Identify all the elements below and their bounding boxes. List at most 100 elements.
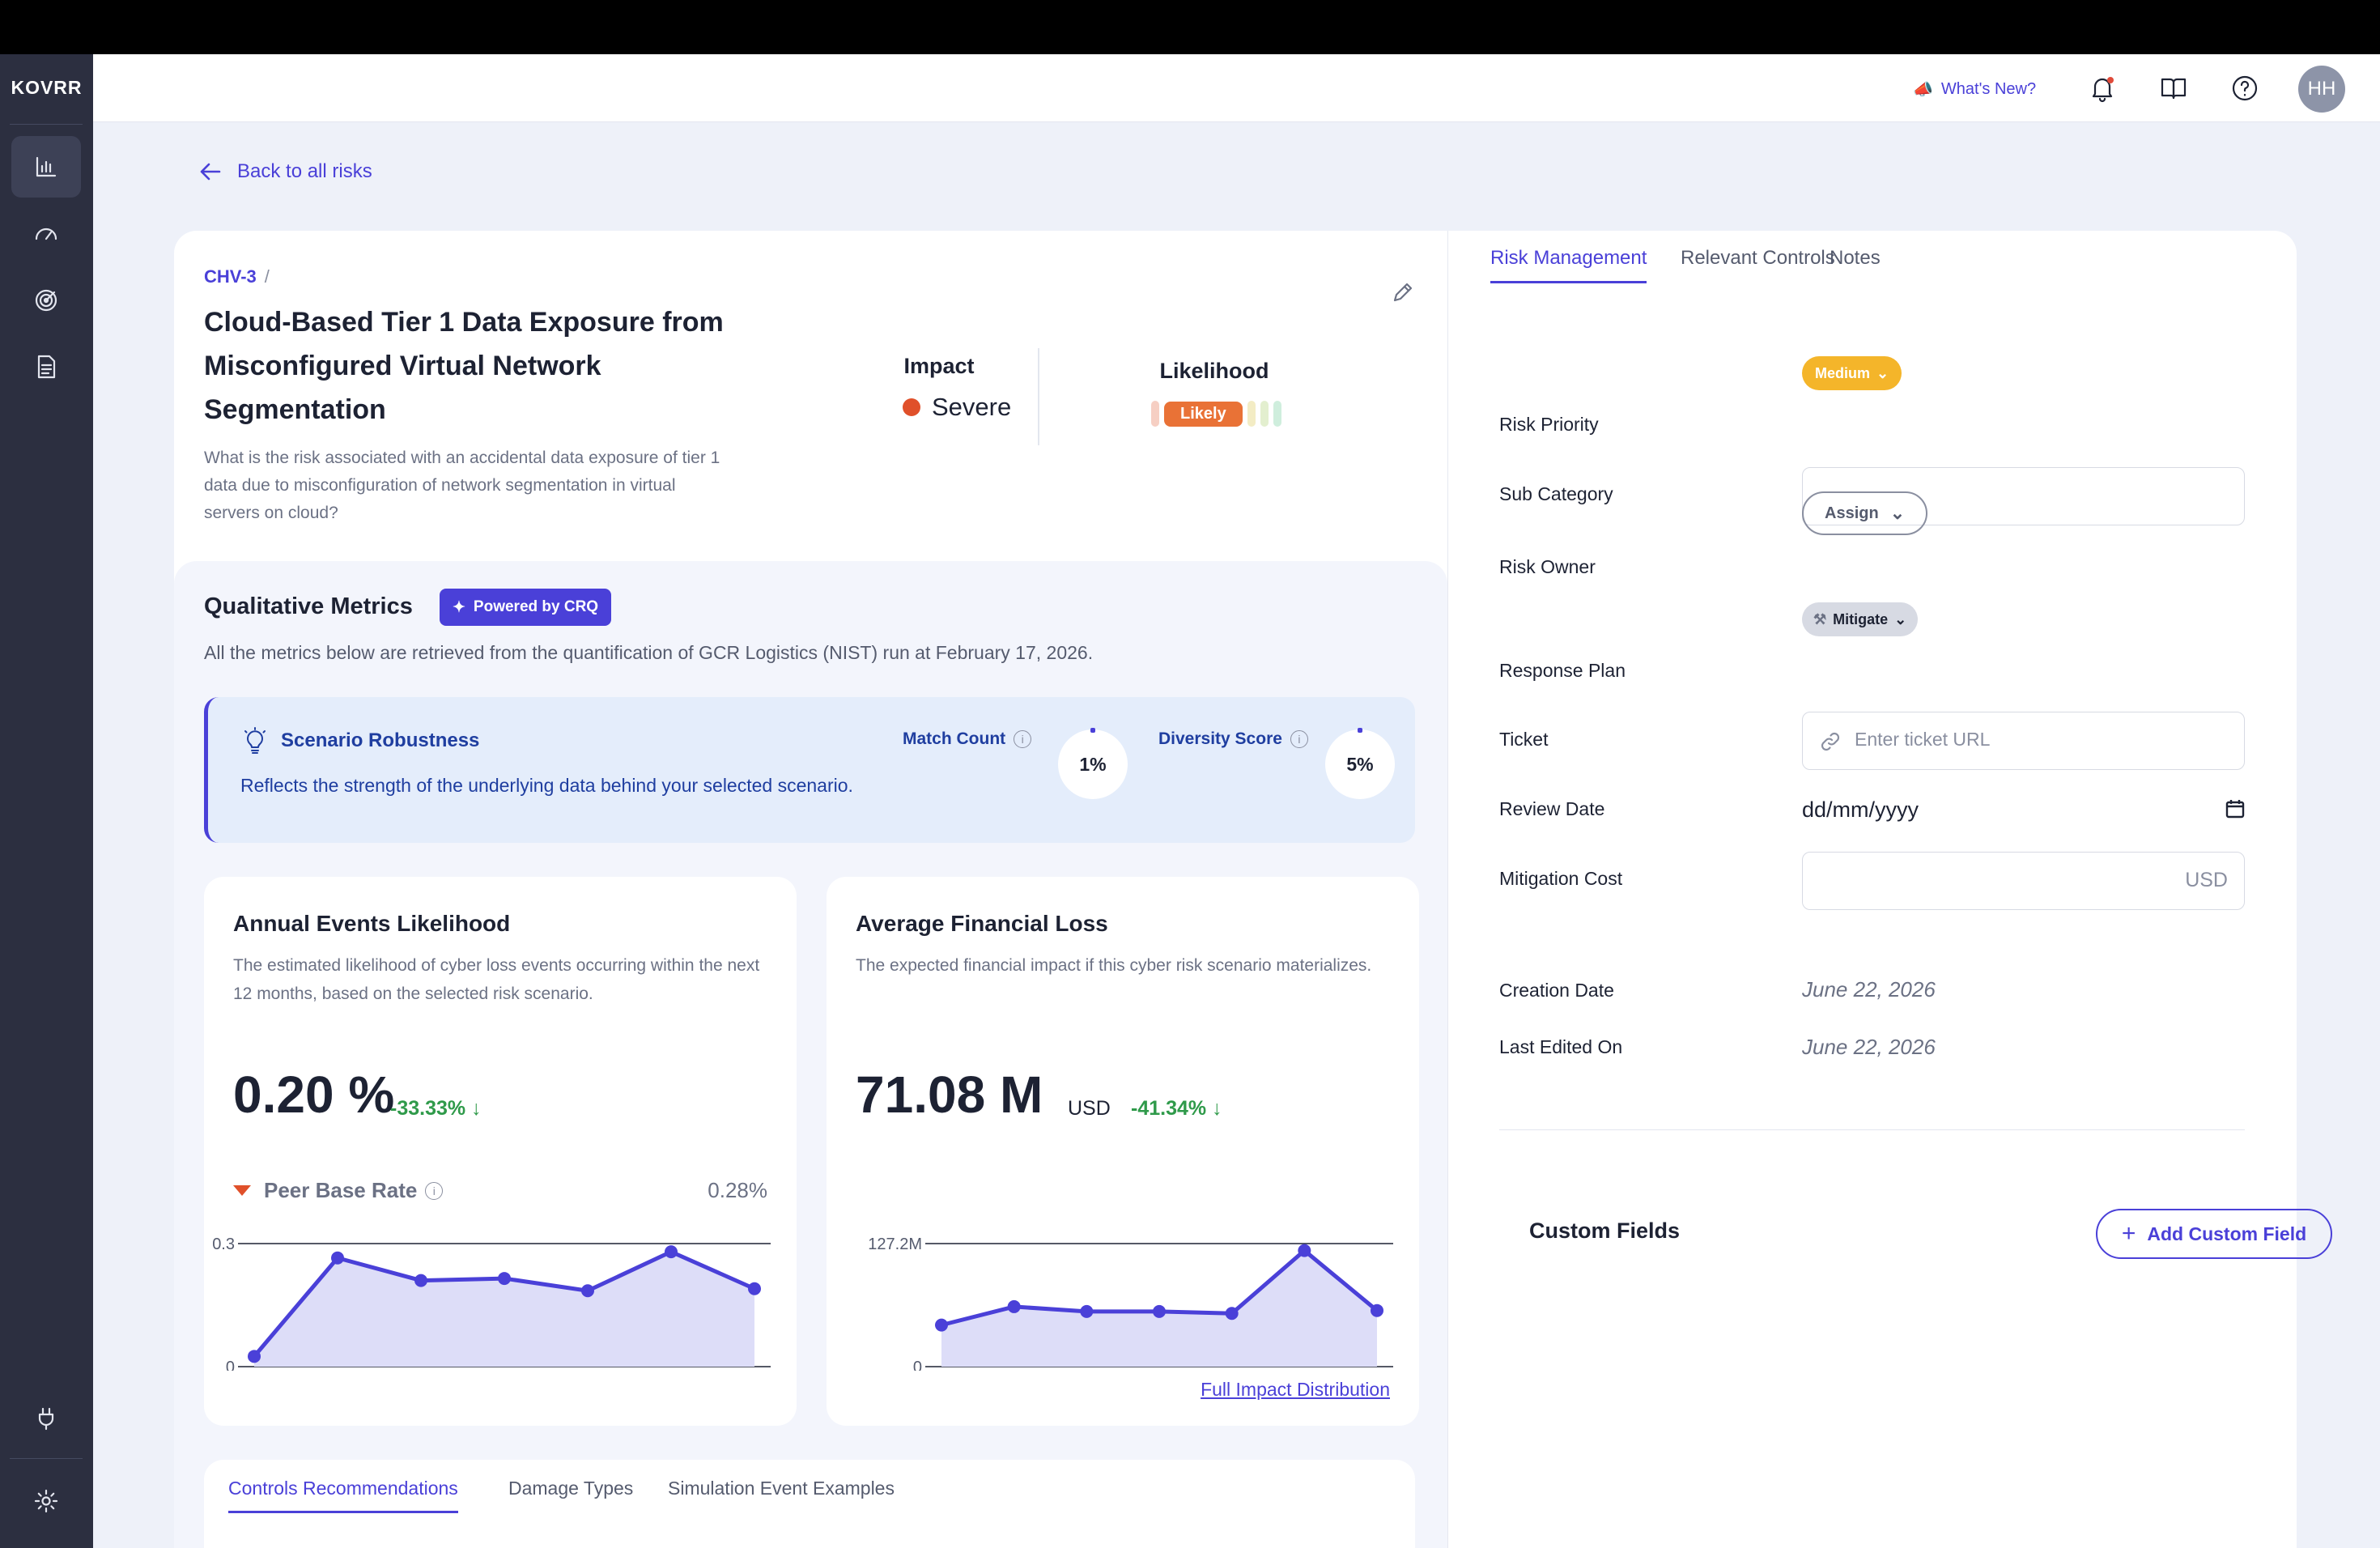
info-icon[interactable]: i <box>425 1181 444 1200</box>
match-count-gauge: 1% <box>1058 728 1128 799</box>
notification-dot <box>2107 77 2114 83</box>
data-point <box>498 1272 511 1286</box>
avatar[interactable]: HH <box>2298 66 2345 113</box>
docs-button[interactable] <box>2156 70 2191 106</box>
data-point <box>1007 1299 1021 1313</box>
sidebar-item-risks[interactable] <box>11 270 81 331</box>
match-count-value: 1% <box>1079 753 1107 775</box>
sidebar-item-integrations[interactable] <box>11 1388 81 1449</box>
risk-priority-label: Risk Priority <box>1499 414 1599 435</box>
ticket-url-input[interactable]: Enter ticket URL <box>1802 712 2245 770</box>
risk-owner-label: Risk Owner <box>1499 556 1596 577</box>
notifications-button[interactable] <box>2085 70 2120 106</box>
chevron-down-icon: ⌄ <box>1889 503 1906 523</box>
y-tick-label: 0.3 <box>212 1235 235 1253</box>
annual-change-value: -33.33% <box>390 1097 466 1120</box>
help-button[interactable] <box>2227 70 2263 106</box>
financial-loss-value: 71.08 M <box>856 1065 1043 1124</box>
data-point <box>935 1318 948 1332</box>
likelihood-value: Likely <box>1164 401 1243 427</box>
y-tick-label: 127.2M <box>868 1235 922 1253</box>
sidebar: KOVRR <box>0 54 93 1548</box>
logo: KOVRR <box>11 77 83 98</box>
annual-events-value: 0.20 % <box>233 1065 395 1124</box>
info-icon[interactable]: i <box>1014 730 1032 748</box>
sidebar-item-settings[interactable] <box>11 1470 81 1532</box>
sidebar-item-gauge[interactable] <box>11 203 81 265</box>
scenario-robustness-title: Scenario Robustness <box>240 726 479 755</box>
tab-damage-types[interactable]: Damage Types <box>508 1478 633 1511</box>
risk-priority-select[interactable]: Medium ⌄ <box>1802 356 1902 390</box>
bar-chart-icon <box>36 156 57 177</box>
review-date-label: Review Date <box>1499 798 1605 819</box>
mitigation-cost-input[interactable]: USD <box>1802 852 2245 910</box>
annual-events-change: -33.33% ↓ <box>390 1097 482 1121</box>
financial-loss-change: -41.34% ↓ <box>1131 1097 1222 1121</box>
impact-value-text: Severe <box>932 393 1012 421</box>
financial-loss-card: Average Financial Loss The expected fina… <box>827 877 1419 1426</box>
qualitative-metrics-section: Qualitative Metrics ✦ Powered by CRQ All… <box>174 561 1447 1548</box>
likelihood-scale: Likely <box>1151 401 1281 427</box>
arrow-left-icon <box>200 163 221 181</box>
review-date-input[interactable]: dd/mm/yyyy <box>1802 797 1919 823</box>
back-link[interactable]: Back to all risks <box>197 158 372 185</box>
triangle-down-icon <box>233 1185 251 1196</box>
link-icon <box>1819 730 1842 753</box>
sidebar-divider <box>10 124 83 125</box>
impact-label: Impact <box>903 354 975 378</box>
diversity-score-value: 5% <box>1346 753 1374 775</box>
impact-value: Severe <box>903 393 1011 422</box>
robustness-title-text: Scenario Robustness <box>281 729 480 751</box>
financial-loss-description: The expected financial impact if this cy… <box>856 956 1372 975</box>
currency-suffix: USD <box>2185 869 2228 891</box>
main-area: 📣 What's New? HH Back to all risks CHV-3… <box>93 54 2380 1548</box>
impact-likelihood-divider <box>1038 348 1039 445</box>
likelihood-segment <box>1273 401 1281 427</box>
tab-controls-recommendations[interactable]: Controls Recommendations <box>228 1478 458 1513</box>
y-tick-label: 0 <box>913 1359 922 1371</box>
sidebar-item-reports[interactable] <box>11 336 81 398</box>
likelihood-segment <box>1151 401 1159 427</box>
last-edited-value: June 22, 2026 <box>1802 1035 1936 1059</box>
add-custom-field-button[interactable]: + Add Custom Field <box>2096 1209 2332 1259</box>
arrow-down-icon: ↓ <box>471 1097 482 1120</box>
tab-notes[interactable]: Notes <box>1830 247 1881 281</box>
tab-risk-management[interactable]: Risk Management <box>1490 247 1647 283</box>
risk-card: CHV-3 / Cloud-Based Tier 1 Data Exposure… <box>174 231 2332 1548</box>
data-point <box>414 1274 427 1287</box>
sidebar-item-dashboard[interactable] <box>11 136 81 198</box>
whats-new-label: What's New? <box>1940 79 2037 98</box>
info-icon[interactable]: i <box>1290 730 1308 748</box>
tab-simulation-event-examples[interactable]: Simulation Event Examples <box>668 1478 895 1511</box>
assign-owner-button[interactable]: Assign ⌄ <box>1802 491 1928 535</box>
back-label: Back to all risks <box>237 160 372 182</box>
financial-change-value: -41.34% <box>1131 1097 1207 1120</box>
tab-relevant-controls[interactable]: Relevant Controls <box>1681 247 1835 281</box>
last-edited-label: Last Edited On <box>1499 1036 1623 1057</box>
response-plan-select[interactable]: ⚒ Mitigate ⌄ <box>1802 602 1919 636</box>
risk-id[interactable]: CHV-3 <box>204 266 257 287</box>
financial-loss-title: Average Financial Loss <box>856 911 1108 936</box>
whats-new-link[interactable]: 📣 What's New? <box>1913 75 2036 103</box>
annual-events-title: Annual Events Likelihood <box>233 911 511 936</box>
settings-icon <box>34 1489 58 1513</box>
mitigation-cost-label: Mitigation Cost <box>1499 868 1623 889</box>
qualitative-metrics-subtitle: All the metrics below are retrieved from… <box>204 642 1094 663</box>
data-point <box>665 1245 678 1259</box>
creation-date-value: June 22, 2026 <box>1802 977 1936 1002</box>
data-point <box>1298 1244 1311 1257</box>
diversity-score-text: Diversity Score <box>1158 729 1282 748</box>
full-impact-distribution-link[interactable]: Full Impact Distribution <box>1201 1379 1390 1401</box>
data-point <box>1080 1304 1094 1318</box>
match-count-text: Match Count <box>903 729 1006 748</box>
calendar-icon[interactable] <box>2224 797 2246 820</box>
help-icon <box>2232 75 2258 101</box>
peer-base-rate-value: 0.28% <box>708 1178 767 1202</box>
qualitative-metrics-title: Qualitative Metrics <box>204 593 413 619</box>
powered-by-crq-badge: ✦ Powered by CRQ <box>440 589 612 626</box>
likelihood-segment <box>1247 401 1256 427</box>
severity-dot <box>903 398 920 416</box>
risk-priority-value: Medium <box>1815 364 1871 381</box>
edit-button[interactable] <box>1390 279 1419 308</box>
data-point <box>248 1350 261 1363</box>
